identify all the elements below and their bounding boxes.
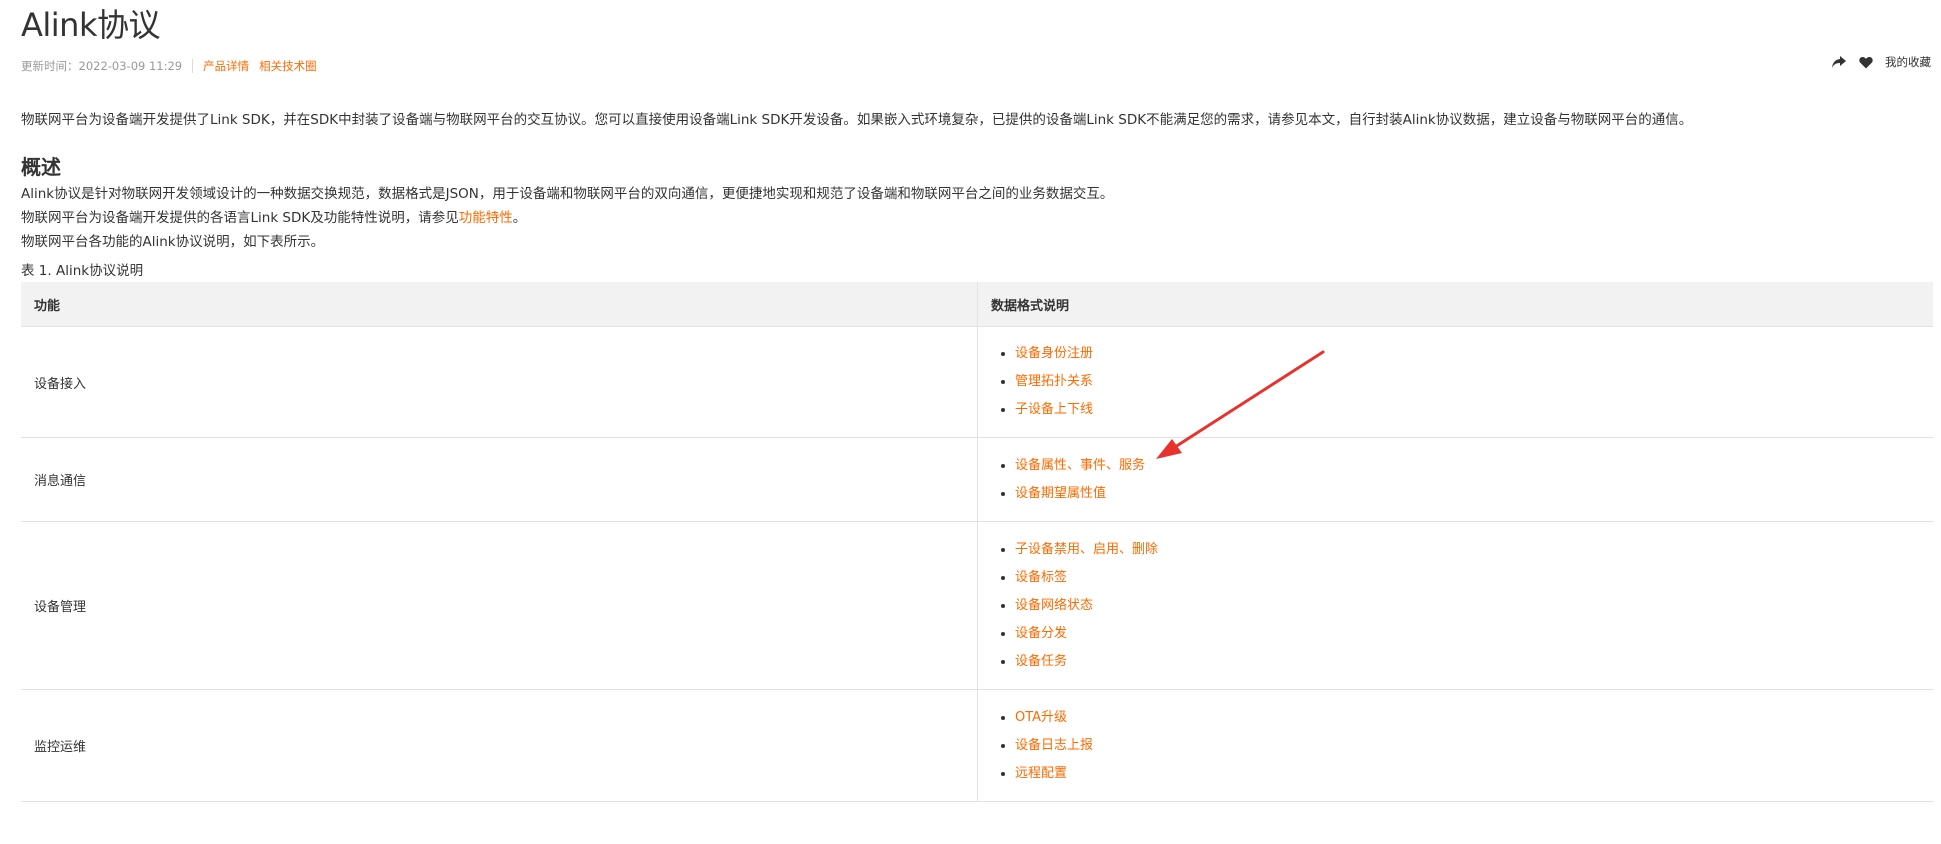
header-feature: 功能: [21, 282, 978, 327]
list-item: 设备身份注册: [1015, 340, 1920, 368]
doc-page: Alink协议 更新时间：2022-03-09 11:29 产品详情 相关技术圈…: [21, 0, 1941, 802]
list-item: 设备期望属性值: [1015, 480, 1920, 508]
link-list: OTA升级 设备日志上报 远程配置: [991, 704, 1920, 788]
doc-link[interactable]: 管理拓扑关系: [1015, 374, 1093, 389]
link-list: 子设备禁用、启用、删除 设备标签 设备网络状态 设备分发 设备任务: [991, 536, 1920, 676]
table-row: 监控运维 OTA升级 设备日志上报 远程配置: [21, 689, 1933, 802]
feature-cell: 设备接入: [21, 326, 978, 438]
meta-row: 更新时间：2022-03-09 11:29 产品详情 相关技术圈: [21, 53, 1941, 79]
heart-icon[interactable]: [1859, 56, 1873, 69]
table-row: 设备接入 设备身份注册 管理拓扑关系 子设备上下线: [21, 326, 1933, 438]
link-list: 设备身份注册 管理拓扑关系 子设备上下线: [991, 340, 1920, 424]
updated-time: 更新时间：2022-03-09 11:29: [21, 59, 183, 73]
table-row: 设备管理 子设备禁用、启用、删除 设备标签 设备网络状态 设备分发 设备任务: [21, 521, 1933, 690]
overview-para-1: Alink协议是针对物联网开发领域设计的一种数据交换规范，数据格式是JSON，用…: [21, 186, 1114, 202]
doc-link[interactable]: 设备网络状态: [1015, 598, 1093, 613]
table-row: 消息通信 设备属性、事件、服务 设备期望属性值: [21, 437, 1933, 522]
table-header-row: 功能 数据格式说明: [21, 282, 1933, 327]
overview-para-2-suffix: 。: [512, 210, 527, 226]
list-item: 远程配置: [1015, 760, 1920, 788]
list-item: 管理拓扑关系: [1015, 368, 1920, 396]
action-bar: 我的收藏: [1831, 54, 1931, 70]
feature-cell: 监控运维: [21, 689, 978, 802]
overview-para-2-prefix: 物联网平台为设备端开发提供的各语言Link SDK及功能特性说明，请参见: [21, 210, 459, 226]
links-cell: 设备身份注册 管理拓扑关系 子设备上下线: [977, 326, 1933, 438]
links-cell: 设备属性、事件、服务 设备期望属性值: [977, 437, 1933, 522]
alink-table: 功能 数据格式说明 设备接入 设备身份注册 管理拓扑关系 子设备上下线 消息通信: [21, 282, 1933, 802]
doc-link[interactable]: 设备身份注册: [1015, 346, 1093, 361]
overview-para-2: 物联网平台为设备端开发提供的各语言Link SDK及功能特性说明，请参见功能特性…: [21, 206, 1941, 230]
doc-link[interactable]: 设备期望属性值: [1015, 486, 1106, 501]
share-icon[interactable]: [1831, 55, 1847, 69]
meta-divider: [192, 59, 194, 73]
list-item: 设备日志上报: [1015, 732, 1920, 760]
link-list: 设备属性、事件、服务 设备期望属性值: [991, 452, 1920, 508]
doc-link[interactable]: 子设备禁用、启用、删除: [1015, 542, 1158, 557]
doc-link[interactable]: 设备日志上报: [1015, 738, 1093, 753]
list-item: 子设备上下线: [1015, 396, 1920, 424]
list-item: 设备分发: [1015, 620, 1920, 648]
doc-link[interactable]: 设备分发: [1015, 626, 1067, 641]
page-title: Alink协议: [21, 6, 161, 44]
links-cell: 子设备禁用、启用、删除 设备标签 设备网络状态 设备分发 设备任务: [977, 521, 1933, 690]
links-cell: OTA升级 设备日志上报 远程配置: [977, 689, 1933, 802]
doc-link[interactable]: 设备属性、事件、服务: [1015, 458, 1145, 473]
product-detail-link[interactable]: 产品详情: [203, 58, 249, 74]
doc-link[interactable]: 远程配置: [1015, 766, 1067, 781]
doc-link[interactable]: 设备任务: [1015, 654, 1067, 669]
feature-cell: 消息通信: [21, 437, 978, 522]
tech-circle-link[interactable]: 相关技术圈: [259, 58, 317, 74]
overview-heading: 概述: [21, 155, 61, 179]
overview-para-3: 物联网平台各功能的Alink协议说明，如下表所示。: [21, 234, 325, 250]
list-item: 设备网络状态: [1015, 592, 1920, 620]
favorites-label[interactable]: 我的收藏: [1885, 54, 1931, 70]
feature-cell: 设备管理: [21, 521, 978, 690]
intro-paragraph: 物联网平台为设备端开发提供了Link SDK，并在SDK中封装了设备端与物联网平…: [21, 112, 1693, 128]
list-item: 设备标签: [1015, 564, 1920, 592]
header-format: 数据格式说明: [977, 282, 1933, 327]
list-item: 设备属性、事件、服务: [1015, 452, 1920, 480]
feature-link[interactable]: 功能特性: [459, 210, 513, 226]
doc-link[interactable]: 子设备上下线: [1015, 402, 1093, 417]
table-caption: 表 1. Alink协议说明: [21, 263, 144, 279]
list-item: 子设备禁用、启用、删除: [1015, 536, 1920, 564]
doc-link[interactable]: 设备标签: [1015, 570, 1067, 585]
doc-link[interactable]: OTA升级: [1015, 710, 1067, 725]
list-item: OTA升级: [1015, 704, 1920, 732]
list-item: 设备任务: [1015, 648, 1920, 676]
